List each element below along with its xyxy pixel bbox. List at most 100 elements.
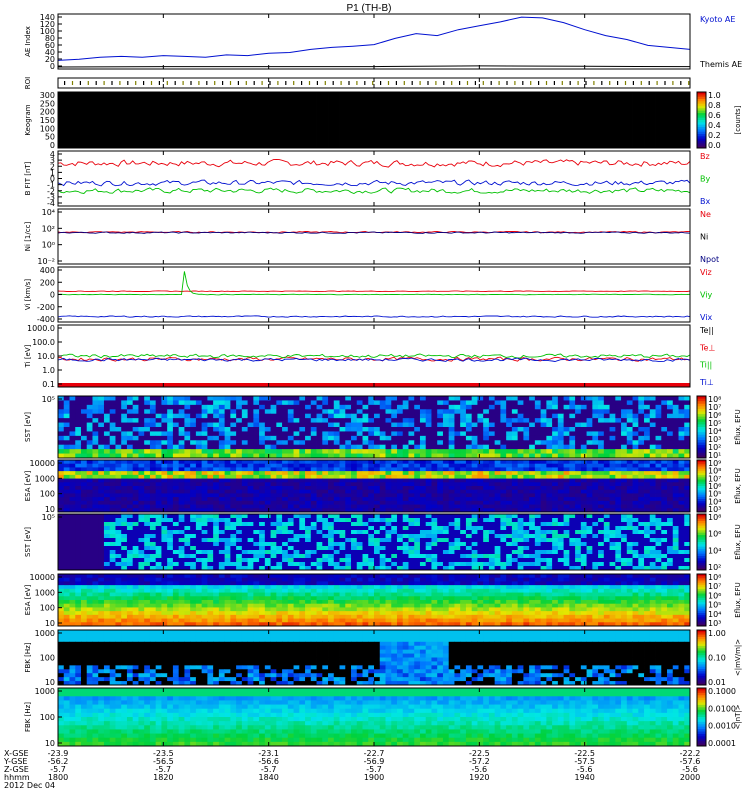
esa_e-heat-cell: [477, 493, 484, 498]
sst_i-heat-cell: [276, 550, 283, 555]
sst_e-heat-cell: [483, 422, 490, 428]
esa_e-heat-cell: [201, 486, 208, 491]
esa_e-heat-cell: [144, 500, 151, 505]
sst_i-heat-cell: [58, 558, 65, 563]
sst_i-heat-cell: [644, 526, 651, 531]
esa_e-heat-cell: [293, 460, 300, 465]
sst_i-heat-cell: [178, 518, 185, 523]
keogram-heat-cell: [362, 92, 369, 149]
esa_e-heat-cell: [351, 474, 358, 479]
sst_e-heat-cell: [419, 404, 427, 410]
roi-marker: [443, 81, 445, 85]
sst_e-heat-cell: [494, 396, 501, 401]
sst_i-heat-cell: [299, 526, 306, 531]
sst_i-heat-cell: [379, 522, 386, 527]
sst_e-heat-cell: [316, 413, 323, 419]
sst_i-heat-cell: [75, 522, 82, 527]
esa_e-heat-cell: [264, 478, 271, 483]
esa_e-heat-cell: [419, 478, 427, 483]
roi-marker: [79, 81, 81, 85]
sst_e-heat-cell: [167, 400, 174, 406]
esa_e-heat-cell: [598, 497, 605, 502]
sst_i-heat-cell: [374, 522, 381, 527]
roi-marker: [411, 81, 413, 85]
esa_e-heat-cell: [109, 471, 116, 476]
esa_e-heat-cell: [207, 493, 214, 498]
esa_e-heat-cell: [402, 463, 409, 468]
sst_e-heat-cell: [121, 413, 128, 419]
esa_e-heat-cell: [534, 489, 542, 494]
sst_e-heat-cell: [431, 396, 438, 401]
esa_e-heat-cell: [684, 482, 691, 487]
esa_e-heat-cell: [190, 500, 197, 505]
sst_i-heat-cell: [218, 562, 226, 567]
sst_e-heat-cell: [339, 449, 346, 454]
esa_e-heat-cell: [115, 467, 122, 472]
sst_i-heat-cell: [563, 558, 570, 563]
sst_i-heat-cell: [333, 558, 340, 563]
sst_i-heat-cell: [511, 514, 519, 519]
sst_i-heat-cell: [345, 526, 352, 531]
sst_i-heat-cell: [333, 546, 340, 551]
sst_i-heat-cell: [333, 550, 340, 555]
esa_e-heat-cell: [109, 460, 116, 465]
sst_e-heat-cell: [287, 449, 294, 454]
sst_i-heat-cell: [69, 558, 76, 563]
sst_i-heat-cell: [236, 546, 243, 551]
sst_e-heat-cell: [678, 418, 685, 423]
esa_e-heat-cell: [264, 460, 271, 465]
esa_e-heat-cell: [167, 460, 174, 465]
sst_e-heat-cell: [488, 435, 496, 441]
esa_e-heat-cell: [414, 497, 421, 502]
sst_i-heat-cell: [511, 526, 519, 531]
esa_e-heat-cell: [678, 497, 685, 502]
sst_e-heat-cell: [667, 449, 674, 454]
esa_e-heat-cell: [615, 463, 622, 468]
sst_e-heat-cell: [230, 400, 237, 406]
sst_i-heat-cell: [374, 538, 381, 543]
sst_e-heat-cell: [316, 431, 323, 437]
esa_e-heat-cell: [103, 497, 111, 502]
sst_i-heat-cell: [540, 518, 547, 523]
sst_e-heat-cell: [402, 449, 409, 454]
esa_e-heat-cell: [103, 460, 111, 465]
esa_e-heat-cell: [414, 486, 421, 491]
esa_e-heat-cell: [667, 493, 674, 498]
keogram-heat-cell: [598, 92, 605, 149]
sst_e-heat-cell: [230, 431, 237, 437]
esa_e-heat-cell: [351, 460, 358, 465]
esa_e-heat-cell: [63, 493, 70, 498]
esa_e-heat-cell: [316, 493, 323, 498]
sst_e-heat-cell: [563, 444, 570, 450]
sst_e-heat-cell: [638, 400, 645, 406]
sst_i-heat-cell: [529, 518, 536, 523]
keogram-colorbar-tick: 1.0: [708, 91, 721, 100]
sst_i-heat-cell: [644, 542, 651, 547]
sst_e-heat-cell: [626, 418, 633, 423]
roi-marker: [632, 81, 634, 85]
sst_e-heat-cell: [385, 435, 392, 441]
esa_e-heat-cell: [684, 497, 691, 502]
esa_e-heat-cell: [351, 500, 358, 505]
esa_e-heat-cell: [230, 489, 237, 494]
esa_e-heat-cell: [253, 471, 260, 476]
sst_e-heat-cell: [506, 422, 513, 428]
sst_i-heat-cell: [609, 554, 616, 559]
esa_e-heat-cell: [471, 463, 478, 468]
sst_i-heat-cell: [517, 526, 524, 531]
esa_e-heat-cell: [667, 463, 674, 468]
esa_e-heat-cell: [374, 463, 381, 468]
sst_e-heat-cell: [115, 431, 122, 437]
sst_i-heat-cell: [241, 514, 248, 519]
sst_e-heat-cell: [586, 396, 593, 401]
sst_i-heat-cell: [408, 518, 415, 523]
sst_i-heat-cell: [569, 534, 576, 539]
esa_e-heat-cell: [465, 478, 473, 483]
sst_e-heat-cell: [448, 435, 455, 441]
sst_i-heat-cell: [328, 550, 335, 555]
esa_e-heat-cell: [190, 493, 197, 498]
sst_i-heat-cell: [506, 546, 513, 551]
sst_i-heat-cell: [310, 562, 317, 567]
sst_e-heat-cell: [534, 444, 542, 450]
keogram-heat-cell: [569, 92, 576, 149]
